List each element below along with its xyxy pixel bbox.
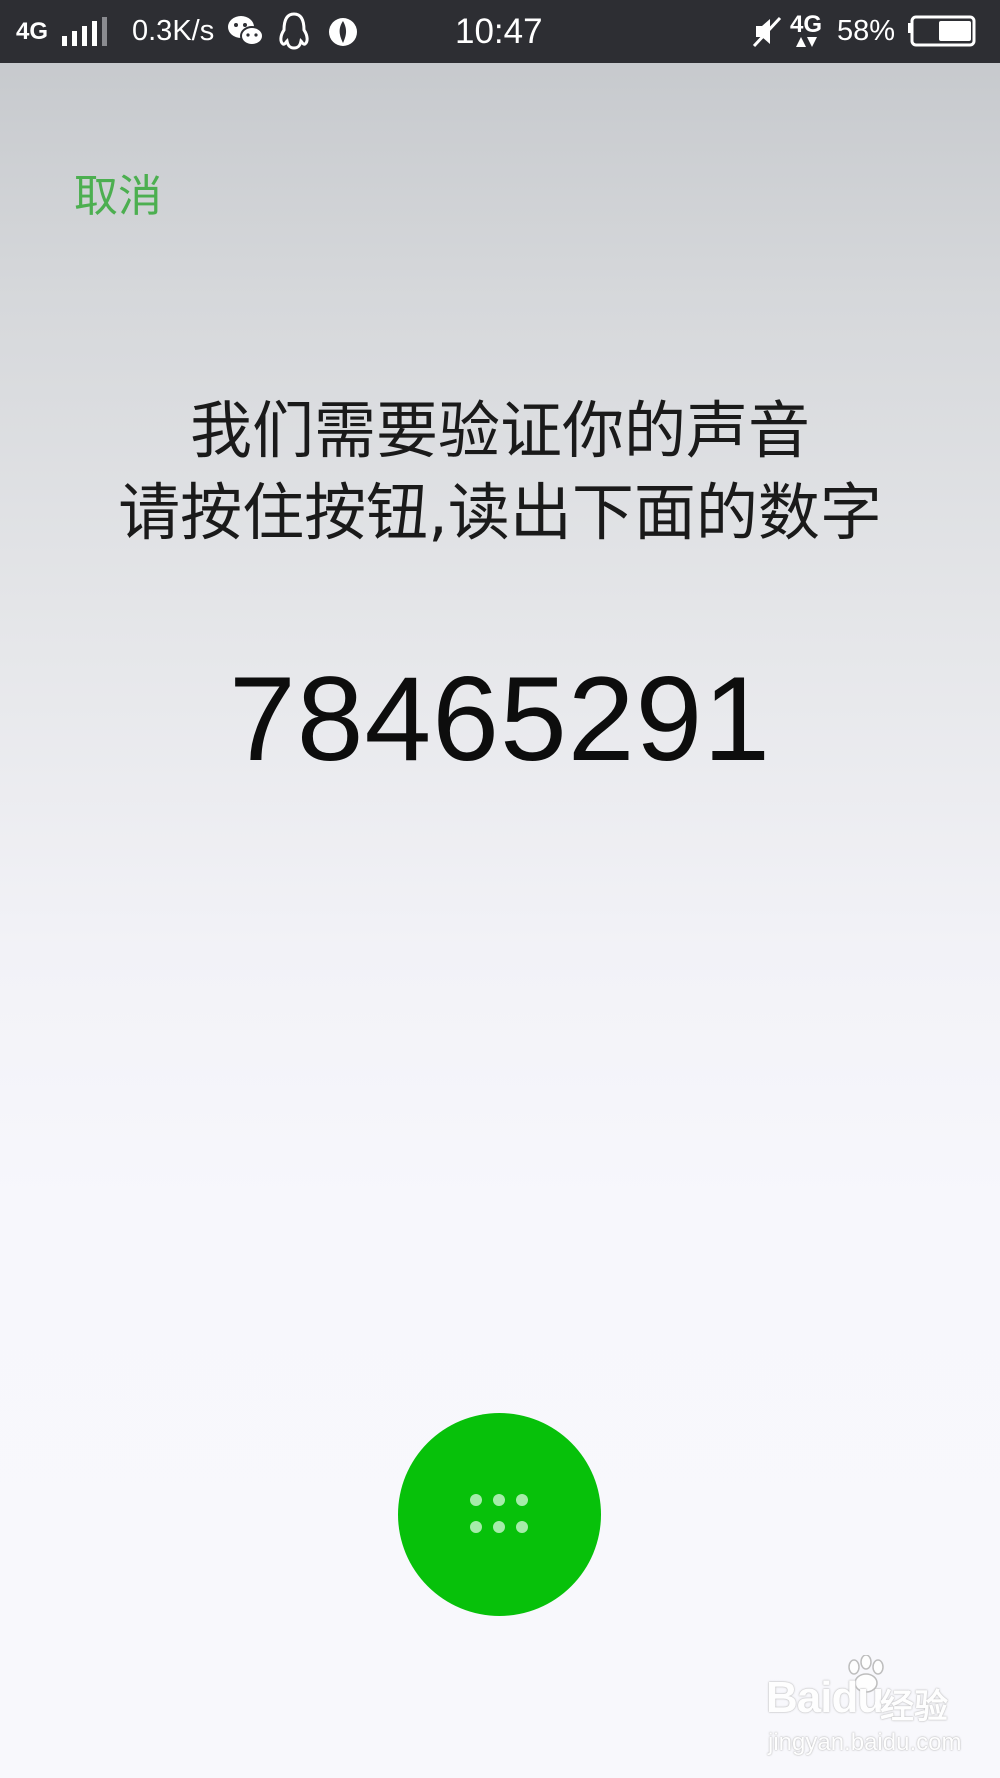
network-type-label: 4G xyxy=(16,17,49,45)
voice-verification-screen: 4G 0.3K/s 10:47 4G 58% 取消 我们需要验证你的声音 请按住… xyxy=(0,0,1000,1778)
battery-icon xyxy=(906,0,978,63)
clock-time: 10:47 xyxy=(455,11,543,51)
watermark-brand: Baidu xyxy=(766,1673,884,1722)
status-bar: 4G 0.3K/s 10:47 4G 58% xyxy=(0,0,1000,63)
keypad-dots-icon xyxy=(470,1494,528,1533)
verification-digits: 78465291 xyxy=(229,652,771,786)
instruction-line-1: 我们需要验证你的声音 xyxy=(189,394,810,467)
instruction-text: 我们需要验证你的声音 请按住按钮,读出下面的数字 xyxy=(0,390,1000,554)
battery-percent: 58% xyxy=(837,15,896,47)
network-type-right-label: 4G xyxy=(790,10,823,38)
app-icon xyxy=(326,0,360,63)
data-arrows-icon xyxy=(796,36,817,47)
qq-icon xyxy=(276,0,312,63)
wechat-icon xyxy=(226,0,266,63)
signal-icon xyxy=(60,0,110,63)
hold-to-speak-button[interactable] xyxy=(398,1413,601,1616)
watermark-brand-cn: 经验 xyxy=(880,1688,948,1726)
cancel-button[interactable]: 取消 xyxy=(74,160,162,224)
network-speed: 0.3K/s xyxy=(132,15,215,47)
instruction-line-2: 请按住按钮,读出下面的数字 xyxy=(118,476,882,549)
mute-icon xyxy=(750,0,784,63)
network-type-right: 4G xyxy=(790,0,822,63)
watermark-url: jingyan.baidu.com xyxy=(768,1729,962,1756)
baidu-jingyan-watermark: Baidu 经验 jingyan.baidu.com xyxy=(760,1655,962,1765)
